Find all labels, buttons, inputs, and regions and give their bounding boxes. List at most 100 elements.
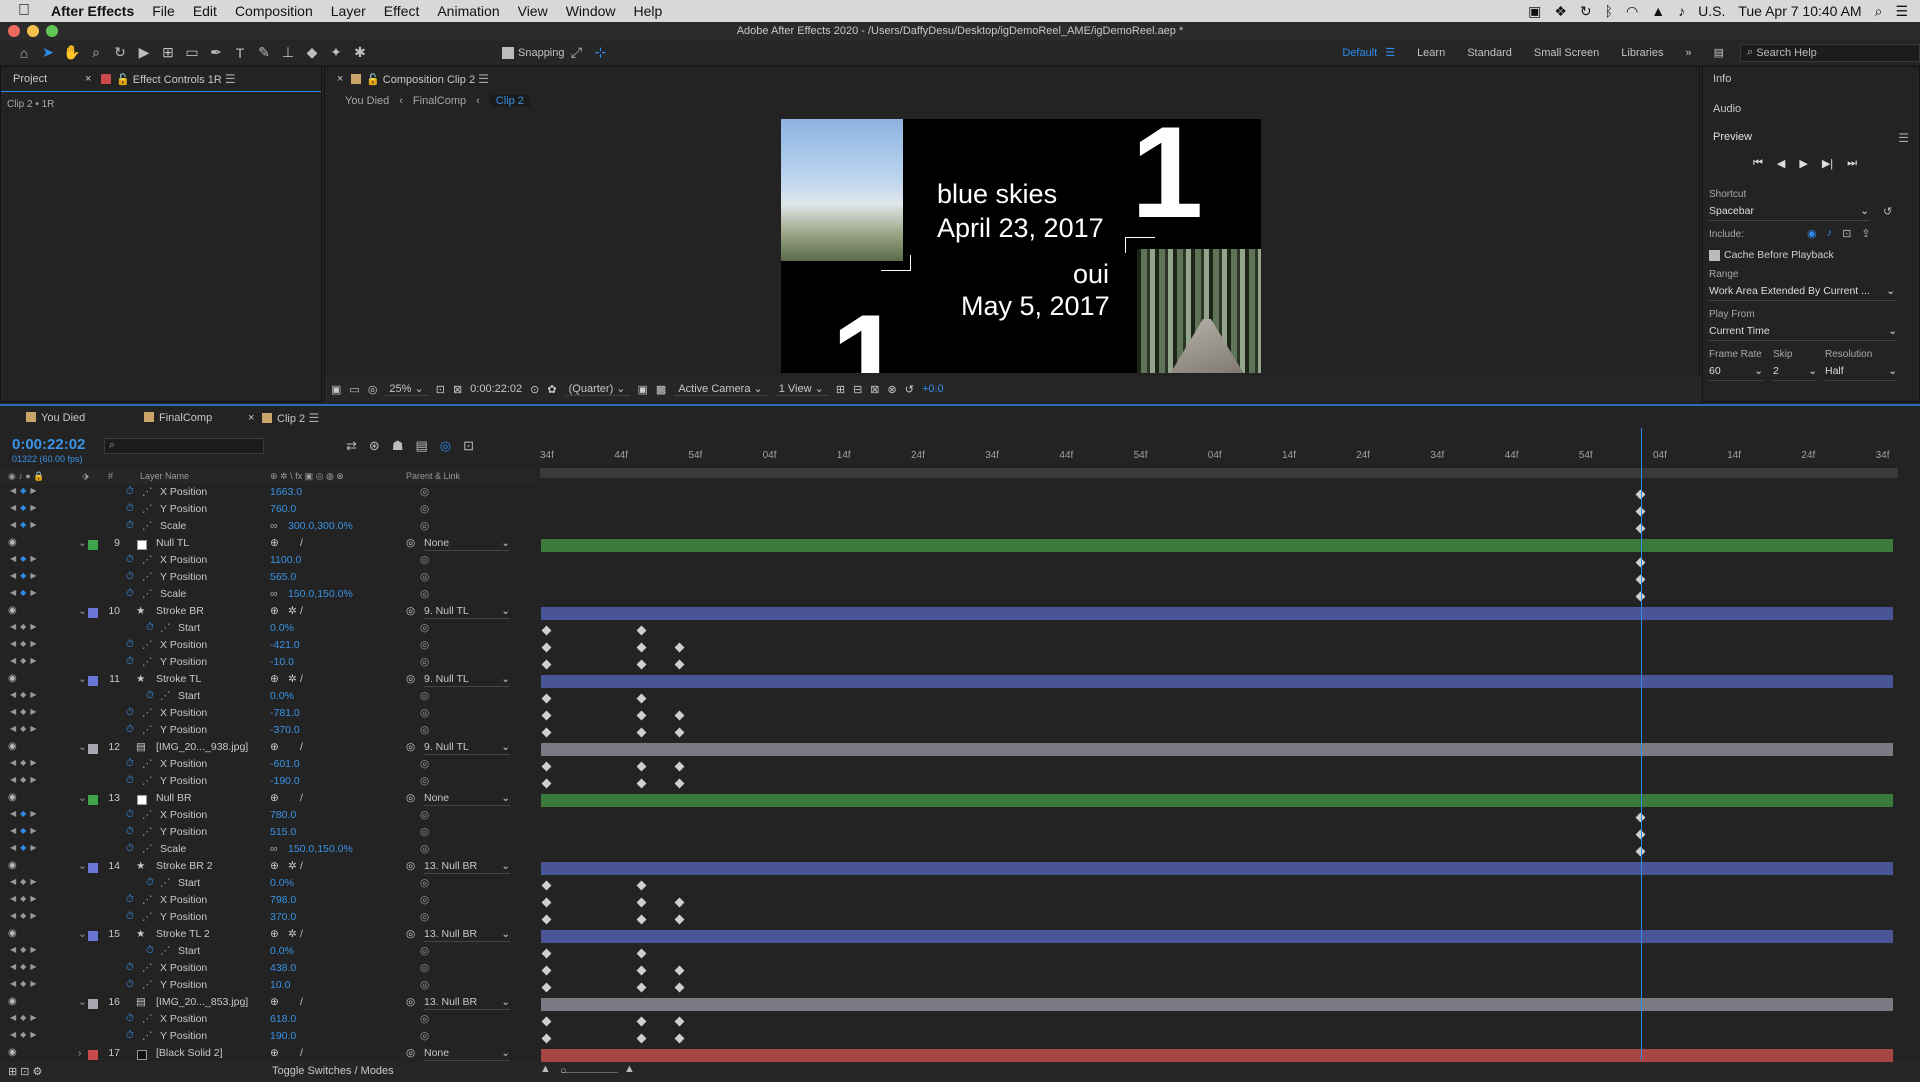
property-value[interactable]: 0.0% — [270, 690, 294, 702]
parent-dropdown[interactable]: None ⌄ — [424, 537, 510, 551]
reset-icon[interactable]: ↺ — [1883, 205, 1892, 218]
layer-name[interactable]: Stroke TL — [156, 673, 201, 685]
views-dropdown[interactable]: 1 View ⌄ — [774, 382, 828, 396]
keyframe[interactable] — [541, 1033, 552, 1044]
tab-project[interactable]: Project — [13, 67, 47, 91]
property-row[interactable]: ◀◆▶ ⏱ ⋰ X Position -421.0 ◎ — [0, 639, 1920, 656]
eye-icon[interactable]: ◉ — [8, 996, 17, 1007]
keyframe-navigator[interactable]: ◀◆▶ — [10, 520, 40, 529]
collapse-switch-icon[interactable]: ⊕ — [270, 928, 279, 940]
menu-effect[interactable]: Effect — [375, 3, 429, 19]
quality-slash-icon[interactable]: / — [300, 537, 303, 549]
graph-icon[interactable]: ⋰ — [160, 690, 171, 702]
chevron-down-icon[interactable]: ⌄ — [78, 537, 87, 549]
property-value[interactable]: 760.0 — [270, 503, 296, 515]
keyframe[interactable] — [636, 982, 647, 993]
keyframe[interactable] — [541, 982, 552, 993]
expression-pickwhip-icon[interactable]: ◎ — [420, 554, 429, 566]
graph-icon[interactable]: ⋰ — [142, 656, 153, 668]
keyframe[interactable] — [541, 948, 552, 959]
transparency-icon[interactable]: ▩ — [656, 383, 666, 396]
next-frame-icon[interactable]: ▶| — [1822, 157, 1833, 170]
property-value[interactable]: 565.0 — [270, 571, 296, 583]
quality-slash-icon[interactable]: / — [300, 741, 303, 753]
keyframe-navigator[interactable]: ◀◆▶ — [10, 962, 40, 971]
graph-icon[interactable]: ⋰ — [142, 1030, 153, 1042]
fit-icon[interactable]: ⊡ — [436, 383, 445, 396]
quality-slash-icon[interactable]: / — [300, 605, 303, 617]
expression-pickwhip-icon[interactable]: ◎ — [420, 724, 429, 736]
stopwatch-icon[interactable]: ⏱ — [126, 571, 134, 582]
property-value[interactable]: -421.0 — [270, 639, 300, 651]
menu-composition[interactable]: Composition — [226, 3, 322, 19]
layer-name[interactable]: Null BR — [156, 792, 192, 804]
screen-icon[interactable]: ▣ — [1528, 3, 1541, 20]
current-time[interactable]: 0:00:22:02 — [470, 383, 522, 395]
skip-dropdown[interactable]: 2 ⌄ — [1773, 365, 1817, 381]
property-row[interactable]: ◀◆▶ ⏱ ⋰ Start 0.0% ◎ — [0, 877, 1920, 894]
workspace-overflow-icon[interactable]: » — [1685, 47, 1691, 59]
pick-whip-icon[interactable]: ◎ — [406, 605, 415, 617]
expression-pickwhip-icon[interactable]: ◎ — [420, 520, 429, 532]
layer-row[interactable]: ◉ ⌄ 15 ★ Stroke TL 2 ⊕ ✲ / ◎ 13. Null BR ⌄ — [0, 928, 1920, 945]
playhead-line[interactable] — [1641, 428, 1642, 1060]
layer-search-input[interactable]: ⌕ — [104, 438, 264, 454]
play-from-dropdown[interactable]: Current Time ⌄ — [1709, 325, 1897, 341]
property-row[interactable]: ◀◆▶ ⏱ ⋰ Y Position 565.0 ◎ — [0, 571, 1920, 588]
property-value[interactable]: 1663.0 — [270, 486, 302, 498]
expression-pickwhip-icon[interactable]: ◎ — [420, 571, 429, 583]
graph-icon[interactable]: ⋰ — [142, 979, 153, 991]
stopwatch-icon[interactable]: ⏱ — [146, 877, 154, 888]
fast-preview-icon[interactable]: ⊟ — [853, 383, 862, 396]
quality-switch-icon[interactable]: ✲ — [288, 860, 297, 872]
graph-editor-icon[interactable]: ⊡ — [463, 438, 474, 454]
layer-duration-bar[interactable] — [541, 794, 1893, 807]
workspace-libraries[interactable]: Libraries — [1621, 47, 1663, 59]
property-value[interactable]: 10.0 — [270, 979, 290, 991]
reset-exposure-icon[interactable]: ↺ — [905, 383, 914, 396]
graph-icon[interactable]: ⋰ — [142, 962, 153, 974]
property-row[interactable]: ◀◆▶ ⏱ ⋰ X Position 438.0 ◎ — [0, 962, 1920, 979]
shy-icon[interactable]: ☗ — [392, 438, 404, 454]
locale-flag[interactable]: U.S. — [1698, 3, 1725, 19]
keyframe-navigator[interactable]: ◀◆▶ — [10, 656, 40, 665]
rotate-tool-icon[interactable]: ↻ — [108, 42, 132, 64]
layer-duration-bar[interactable] — [541, 862, 1893, 875]
zoom-window-button[interactable] — [46, 25, 58, 37]
collapse-switch-icon[interactable]: ⊕ — [270, 537, 279, 549]
menu-window[interactable]: Window — [557, 3, 625, 19]
layer-name[interactable]: [Black Solid 2] — [156, 1047, 223, 1059]
close-window-button[interactable] — [8, 25, 20, 37]
workspace-learn[interactable]: Learn — [1417, 47, 1445, 59]
stopwatch-icon[interactable]: ⏱ — [126, 486, 134, 497]
property-value[interactable]: -781.0 — [270, 707, 300, 719]
graph-icon[interactable]: ⋰ — [142, 894, 153, 906]
expression-pickwhip-icon[interactable]: ◎ — [420, 622, 429, 634]
layer-row[interactable]: ◉ ⌄ 14 ★ Stroke BR 2 ⊕ ✲ / ◎ 13. Null BR ⌄ — [0, 860, 1920, 877]
layer-name[interactable]: [IMG_20..._938.jpg] — [156, 741, 248, 753]
property-value[interactable]: 370.0 — [270, 911, 296, 923]
export-toggle-icon[interactable]: ⇪ — [1861, 227, 1870, 240]
eye-icon[interactable]: ◉ — [8, 860, 17, 871]
property-value[interactable]: -601.0 — [270, 758, 300, 770]
stopwatch-icon[interactable]: ⏱ — [126, 911, 134, 922]
expression-pickwhip-icon[interactable]: ◎ — [420, 945, 429, 957]
keyframe[interactable] — [674, 965, 685, 976]
keyframe[interactable] — [636, 693, 647, 704]
close-tab-icon[interactable]: × — [248, 406, 254, 430]
property-row[interactable]: ◀◆▶ ⏱ ⋰ X Position 618.0 ◎ — [0, 1013, 1920, 1030]
sync-icon[interactable]: ↻ — [1580, 3, 1592, 20]
stopwatch-icon[interactable]: ⏱ — [146, 945, 154, 956]
quality-slash-icon[interactable]: / — [300, 996, 303, 1008]
expression-pickwhip-icon[interactable]: ◎ — [420, 911, 429, 923]
clock[interactable]: Tue Apr 7 10:40 AM — [1738, 3, 1861, 19]
apple-icon[interactable]:  — [0, 2, 42, 20]
pick-whip-icon[interactable]: ◎ — [406, 928, 415, 940]
quality-slash-icon[interactable]: / — [300, 792, 303, 804]
spotlight-icon[interactable]: ⌕ — [1875, 3, 1883, 20]
keyframe[interactable] — [636, 625, 647, 636]
wifi-icon[interactable]: ◠ — [1626, 3, 1638, 20]
stopwatch-icon[interactable]: ⏱ — [126, 639, 134, 650]
panel-menu-icon[interactable]: ☰ — [305, 411, 319, 425]
property-row[interactable]: ◀◆▶ ⏱ ⋰ Y Position 370.0 ◎ — [0, 911, 1920, 928]
